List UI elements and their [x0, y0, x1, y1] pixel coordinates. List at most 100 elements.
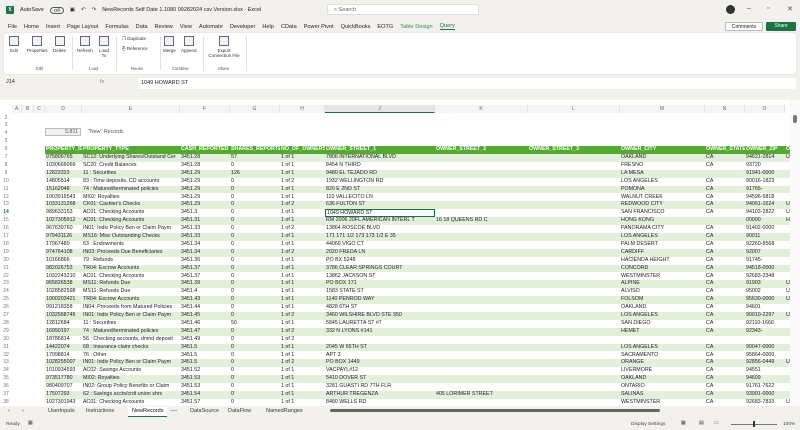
cell[interactable]: CA [705, 265, 745, 273]
cell[interactable]: 405 LORIMER STREET [435, 391, 528, 399]
cell[interactable]: 0 [230, 257, 280, 265]
cell[interactable]: MS11: Refunds Due [82, 288, 180, 296]
column-header[interactable]: G [230, 105, 280, 113]
cell[interactable]: 0 [230, 312, 280, 320]
cell[interactable] [528, 257, 620, 265]
cell[interactable] [528, 383, 620, 391]
cell[interactable]: 975806765 [45, 154, 82, 162]
cell[interactable] [435, 273, 528, 281]
cell[interactable]: 3451.43 [180, 296, 230, 304]
cell[interactable]: ALPINE [620, 280, 705, 288]
cell[interactable]: 3451.29 [180, 194, 230, 202]
column-title[interactable]: CASH_REPORTED [180, 146, 230, 154]
cell[interactable]: MS16: Misc Outstanding Checks [82, 233, 180, 241]
cell[interactable]: MS11: Refunds Due [82, 280, 180, 288]
cell[interactable]: 11 : Securities [82, 320, 180, 328]
normal-view-icon[interactable]: ▦ [681, 421, 686, 426]
cell[interactable] [435, 265, 528, 273]
undo-icon[interactable]: ↶ [81, 7, 86, 13]
cell[interactable]: 18786814 [45, 336, 82, 344]
cell[interactable]: 8454 N THIRD [325, 162, 435, 170]
cell[interactable]: 92110-1666 [745, 320, 785, 328]
cell[interactable]: LOS ANGELES [620, 312, 705, 320]
cell[interactable]: 0 [230, 375, 280, 383]
cell[interactable]: 0 [230, 328, 280, 336]
edit-button[interactable]: Edit [9, 36, 19, 53]
cell[interactable]: 3451.29 [180, 170, 230, 178]
cell[interactable]: 93720 [745, 162, 785, 170]
horizontal-scrollbar[interactable] [330, 409, 660, 412]
cell[interactable] [528, 170, 620, 178]
cell[interactable]: 94518-0000 [745, 265, 785, 273]
row-header[interactable]: 30 [0, 336, 12, 344]
cell[interactable] [528, 249, 620, 257]
cell[interactable]: 1 of 1 [280, 209, 325, 217]
minimize-icon[interactable]: – [747, 5, 751, 12]
cell[interactable]: 1003916543 [45, 194, 82, 202]
cell[interactable]: TR04: Escrow Accounts [82, 296, 180, 304]
cell[interactable]: OAKLAND [620, 375, 705, 383]
close-icon[interactable]: ✕ [787, 5, 793, 13]
reference-button[interactable]: ⎘ Reference [122, 46, 148, 51]
cell[interactable]: 50 [230, 320, 280, 328]
cell[interactable]: CA [705, 178, 745, 186]
cell[interactable]: 965826538 [45, 280, 82, 288]
cell[interactable]: 91941-0000 [745, 170, 785, 178]
fx-icon[interactable]: fx [100, 79, 104, 85]
column-title[interactable]: OWNER_STATE [705, 146, 745, 154]
row-header[interactable]: 27 [0, 312, 12, 320]
restore-icon[interactable]: ▫ [767, 5, 769, 12]
properties-button[interactable]: Properties [27, 36, 48, 53]
cell[interactable]: SC20: Credit Balances [82, 162, 180, 170]
cell[interactable]: 0 [230, 225, 280, 233]
share-button[interactable]: Share [766, 22, 796, 31]
cell[interactable]: IN02: Group Policy Benefits or Claim [82, 383, 180, 391]
cell[interactable]: 92343- [745, 328, 785, 336]
cell[interactable]: 0 [230, 209, 280, 217]
cell[interactable]: 3451.5 [180, 352, 230, 360]
page-layout-view-icon[interactable]: ▤ [699, 421, 704, 426]
sheet-tab-namedranges[interactable]: NamedRanges [266, 408, 303, 414]
cell[interactable]: CA [705, 257, 745, 265]
cell[interactable]: CA [705, 375, 745, 383]
cell[interactable] [435, 241, 528, 249]
cell[interactable]: 92856-0449 [745, 359, 785, 367]
cell[interactable]: 3281 GUASTI RD 7TH FLR [325, 383, 435, 391]
cell[interactable]: 0 [230, 178, 280, 186]
ribbon-tab-developer[interactable]: Developer [230, 24, 256, 30]
cell[interactable]: IN03: Proceeds Due Beneficiaries [82, 249, 180, 257]
cell[interactable]: WESTMINSTER [620, 273, 705, 281]
cell[interactable]: 3451.34 [180, 241, 230, 249]
row-header[interactable]: 11 [0, 186, 12, 194]
ribbon-tab-eotg[interactable]: EOTG [377, 24, 393, 30]
cell[interactable]: 3451.37 [180, 273, 230, 281]
next-sheet-icon[interactable]: › [22, 408, 24, 414]
cell[interactable]: 1 of 2 [280, 328, 325, 336]
cell[interactable]: 92260-8568 [745, 241, 785, 249]
redo-icon[interactable]: ↷ [92, 7, 97, 13]
cell[interactable]: 1032243210 [45, 273, 82, 281]
cell[interactable]: 1000203421 [45, 296, 82, 304]
cell[interactable]: 1 of 1 [280, 399, 325, 406]
spreadsheet-grid[interactable]: A B C D E F G H J K L M N O 2 3 4 5 6 7 8 9 10 11 12 13 14 15 16 17 18… [0, 100, 790, 406]
cell[interactable] [528, 320, 620, 328]
cell[interactable]: 62 : Savings accts/crdt union shrs [82, 391, 180, 399]
sheet-tab-userinputs[interactable]: UserInputs [48, 408, 75, 414]
column-title[interactable]: PROPERTY_TYPE [82, 146, 180, 154]
row-header[interactable]: 35 [0, 375, 12, 383]
cell[interactable] [528, 375, 620, 383]
cell[interactable]: CK01: Cashier's Checks [82, 201, 180, 209]
cell[interactable]: 0 [230, 265, 280, 273]
cell[interactable] [528, 352, 620, 360]
cell[interactable] [528, 328, 620, 336]
column-title[interactable]: PROPERTY_ID [45, 146, 82, 154]
cell[interactable]: 3451.54 [180, 391, 230, 399]
cell[interactable]: CA [705, 186, 745, 194]
cell[interactable] [528, 296, 620, 304]
cell[interactable]: 3451.44 [180, 304, 230, 312]
search-input[interactable]: ⌕ Search [327, 4, 479, 15]
cell[interactable]: CA [705, 249, 745, 257]
cell[interactable]: CA [705, 399, 745, 406]
cell[interactable]: 00000 [745, 217, 785, 225]
cell[interactable]: LA MESA [620, 170, 705, 178]
